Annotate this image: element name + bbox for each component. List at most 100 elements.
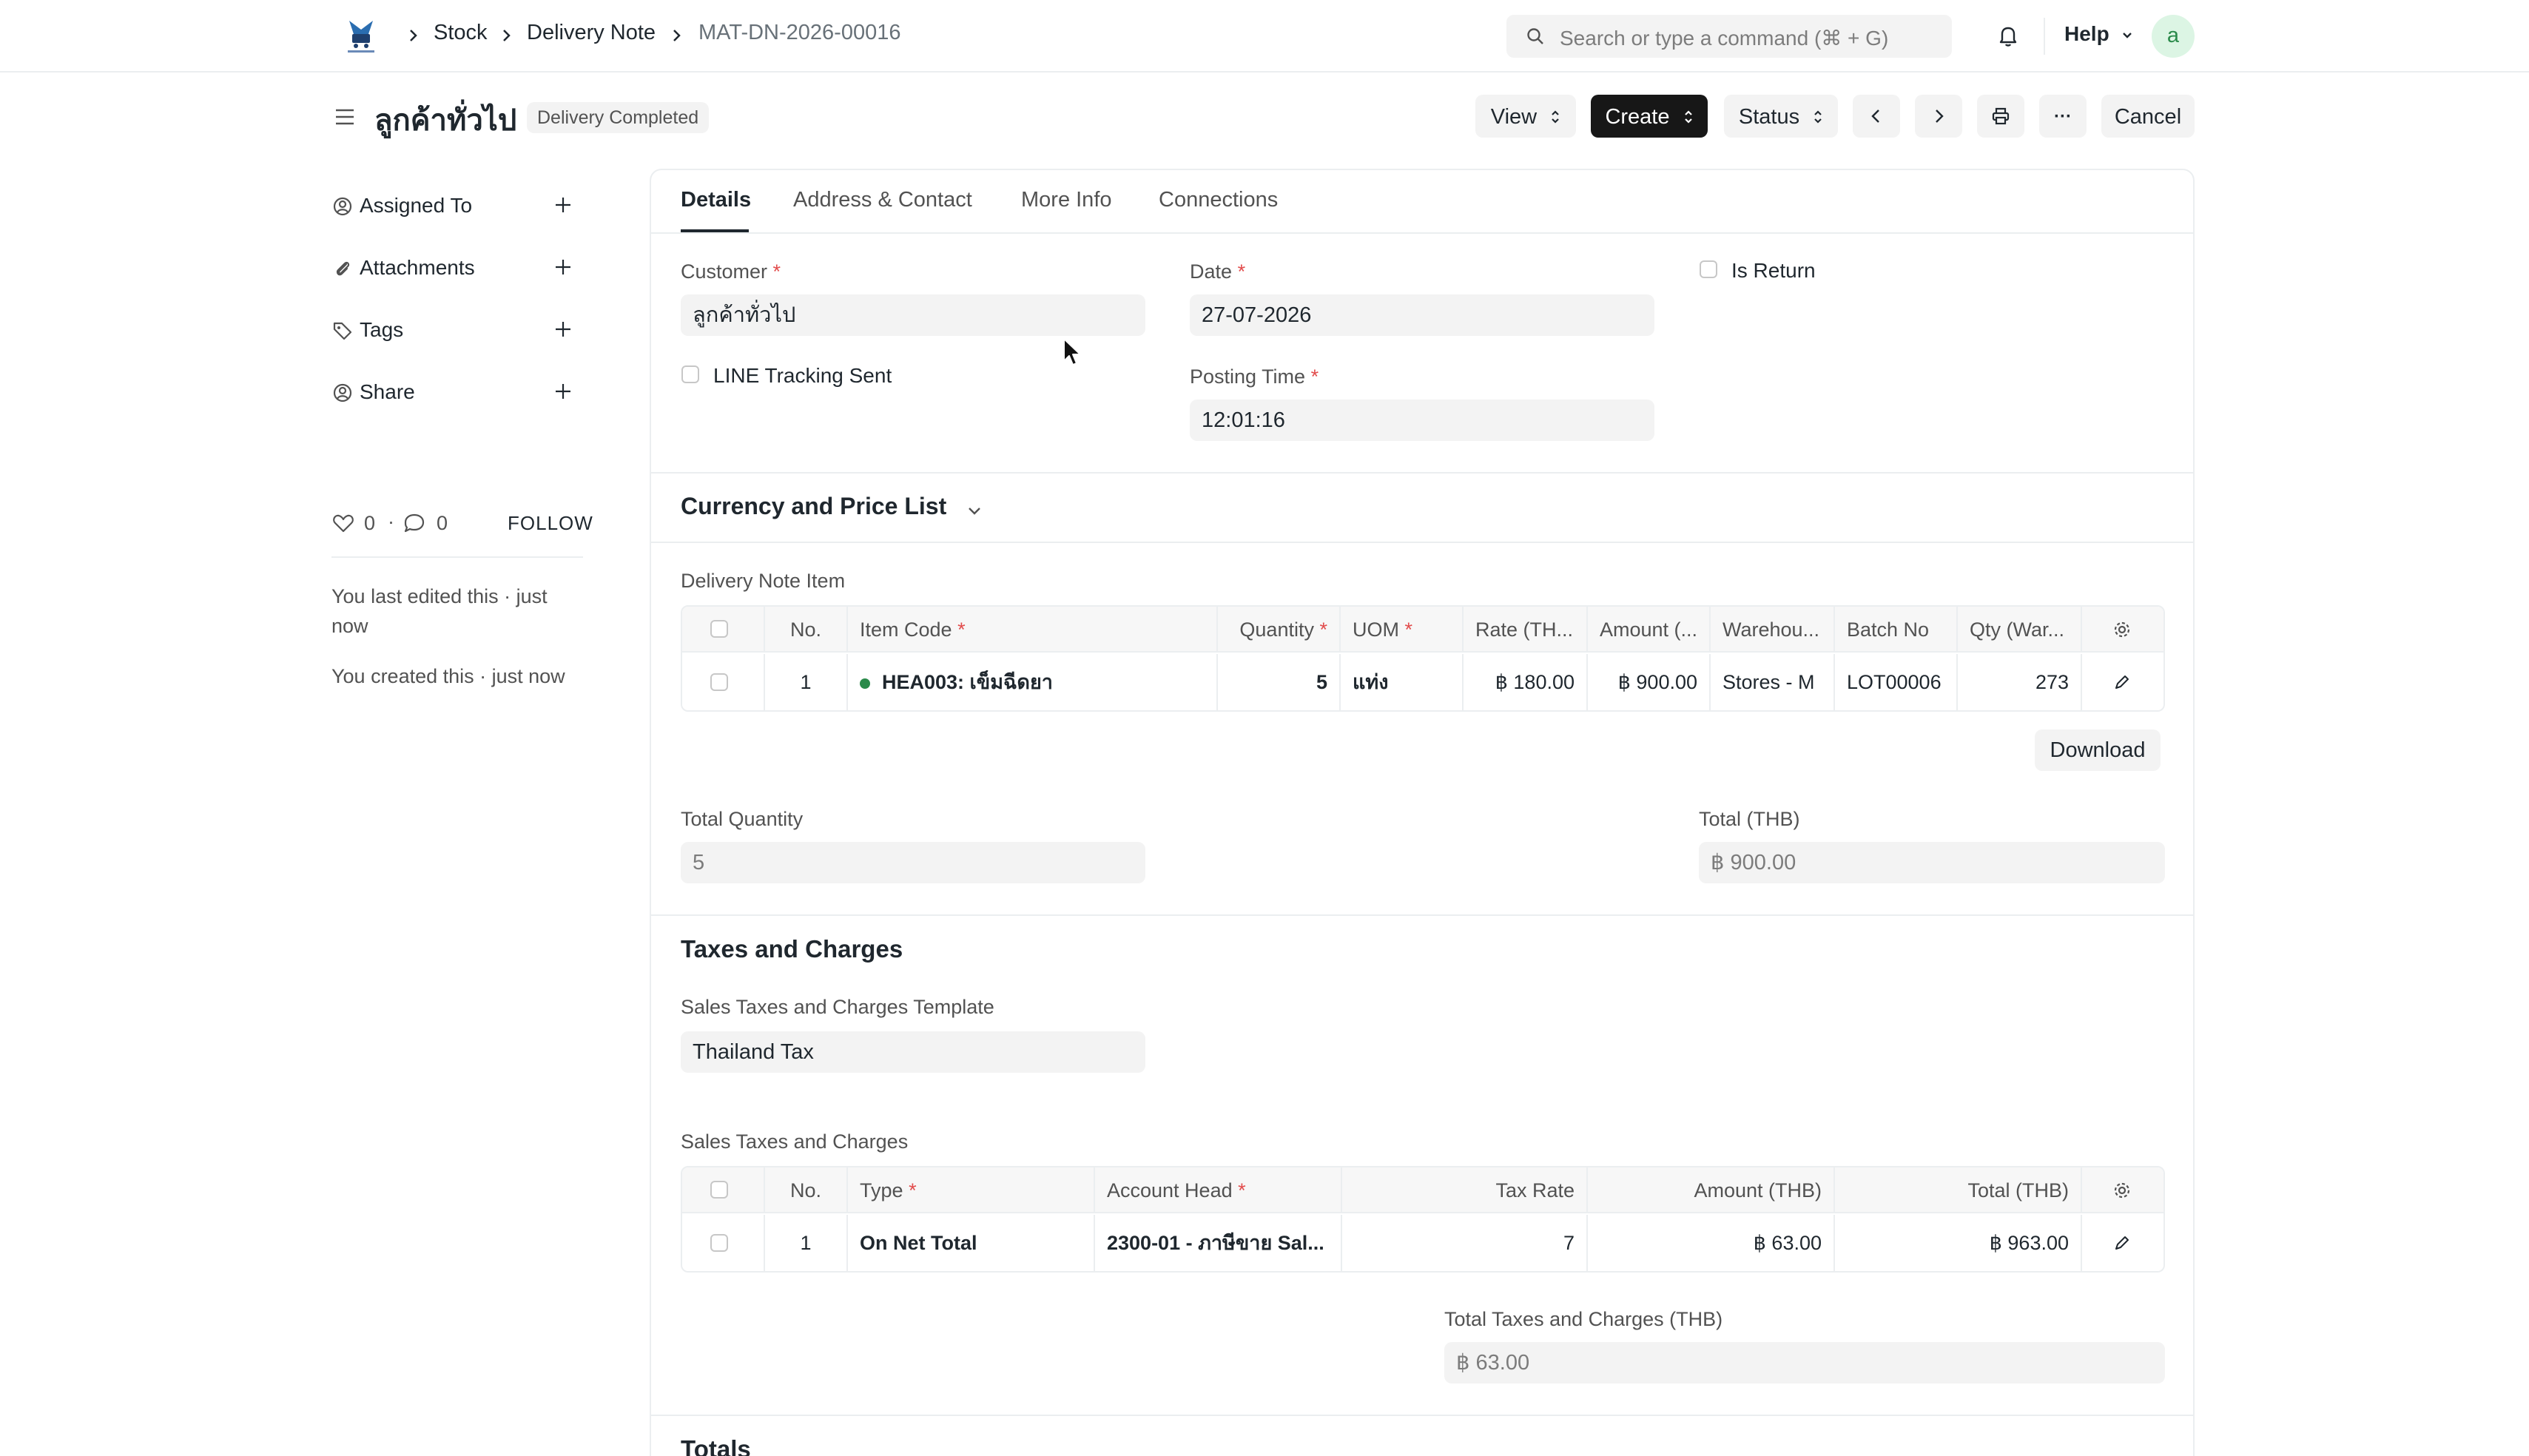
sidebar-toggle-icon[interactable] — [331, 104, 358, 130]
sidebar-item-label: Tags — [360, 318, 404, 341]
row-warehouse[interactable]: Stores - M — [1711, 654, 1835, 710]
gear-icon[interactable] — [2112, 1180, 2132, 1201]
header-rate: Rate (TH... — [1464, 607, 1588, 651]
gear-icon[interactable] — [2112, 619, 2132, 640]
row-quantity[interactable]: 5 — [1218, 654, 1341, 710]
chevron-updown-icon — [1684, 110, 1692, 124]
plus-icon[interactable] — [552, 256, 574, 278]
more-actions-button[interactable]: ··· — [2039, 95, 2087, 138]
created-text: You created this · just now — [331, 665, 565, 687]
row-checkbox[interactable] — [710, 673, 728, 691]
breadcrumb-delivery-note[interactable]: Delivery Note — [527, 21, 656, 45]
header-tax-rate: Tax Rate — [1342, 1167, 1588, 1212]
row-no: 1 — [765, 654, 848, 710]
printer-icon — [1992, 107, 2010, 125]
tab-details[interactable]: Details — [681, 188, 751, 212]
header-no: No. — [765, 607, 848, 651]
print-button[interactable] — [1977, 95, 2024, 138]
row-edit-cell — [2082, 1215, 2163, 1271]
app-logo[interactable] — [342, 16, 380, 55]
follow-button[interactable]: FOLLOW — [508, 512, 593, 535]
navbar: Stock Delivery Note MAT-DN-2026-00016 Se… — [0, 0, 2529, 73]
chevron-right-icon — [673, 30, 681, 41]
column-settings-cell — [2082, 1167, 2163, 1212]
date-field[interactable]: 27-07-2026 — [1190, 294, 1654, 336]
bell-icon[interactable] — [1995, 22, 2021, 49]
sidebar-item-attachments[interactable]: Attachments — [331, 252, 583, 284]
section-divider — [651, 542, 2193, 543]
items-table-header: No. Item Code * Quantity * UOM * Rate (T… — [682, 607, 2163, 653]
row-batch-no[interactable]: LOT00006 — [1835, 654, 1958, 710]
row-checkbox[interactable] — [710, 1234, 728, 1252]
breadcrumb-stock[interactable]: Stock — [434, 21, 488, 45]
plus-icon[interactable] — [552, 194, 574, 216]
row-type[interactable]: On Net Total — [848, 1215, 1095, 1271]
table-row[interactable]: 1 HEA003: เข็มฉีดยา 5 แท่ง ฿ 180.00 ฿ 90… — [682, 654, 2163, 710]
status-button[interactable]: Status — [1724, 95, 1838, 138]
cancel-button-label: Cancel — [2114, 105, 2182, 129]
avatar[interactable]: a — [2152, 15, 2195, 58]
cancel-button[interactable]: Cancel — [2101, 95, 2195, 138]
row-amount[interactable]: ฿ 900.00 — [1588, 654, 1711, 710]
next-doc-button[interactable] — [1915, 95, 1962, 138]
sidebar-divider — [331, 556, 583, 558]
total-label: Total (THB) — [1699, 808, 1800, 830]
table-row[interactable]: 1 On Net Total 2300-01 - ภาษีขาย Sal... … — [682, 1215, 2163, 1271]
chevron-updown-icon — [1552, 110, 1559, 124]
tabs-divider — [651, 232, 2193, 234]
posting-time-field[interactable]: 12:01:16 — [1190, 400, 1654, 441]
customer-field[interactable]: ลูกค้าทั่วไป — [681, 294, 1145, 336]
line-tracking-checkbox[interactable] — [681, 365, 699, 383]
row-qty-warehouse[interactable]: 273 — [1958, 654, 2082, 710]
download-button[interactable]: Download — [2035, 729, 2161, 771]
search-icon — [1527, 28, 1543, 44]
separator-dot: · — [388, 510, 394, 533]
plus-icon[interactable] — [552, 380, 574, 402]
social-actions: 0 · 0 FOLLOW — [331, 509, 593, 539]
tab-address-contact[interactable]: Address & Contact — [793, 188, 972, 212]
row-item-code[interactable]: HEA003: เข็มฉีดยา — [848, 654, 1218, 710]
chevron-right-icon — [410, 30, 417, 41]
create-button[interactable]: Create — [1591, 95, 1708, 138]
sidebar-item-assigned-to[interactable]: Assigned To — [331, 189, 583, 222]
row-account-head[interactable]: 2300-01 - ภาษีขาย Sal... — [1095, 1215, 1342, 1271]
last-edited-text: You last edited this · just now — [331, 585, 548, 637]
header-warehouse: Warehou... — [1711, 607, 1835, 651]
tab-more-info[interactable]: More Info — [1021, 188, 1112, 212]
status-badge: Delivery Completed — [527, 102, 710, 133]
row-tax-rate[interactable]: 7 — [1342, 1215, 1588, 1271]
tab-connections[interactable]: Connections — [1159, 188, 1278, 212]
header-amount: Amount (THB) — [1588, 1167, 1835, 1212]
sidebar-item-share[interactable]: Share — [331, 376, 583, 408]
row-edit-cell — [2082, 654, 2163, 710]
plus-icon[interactable] — [552, 318, 574, 340]
comment-icon[interactable] — [403, 512, 426, 534]
total-field: ฿ 900.00 — [1699, 842, 2165, 883]
chevron-down-icon — [2123, 32, 2132, 38]
select-all-checkbox[interactable] — [710, 620, 728, 638]
select-all-cell — [682, 1167, 765, 1212]
row-amount[interactable]: ฿ 63.00 — [1588, 1215, 1835, 1271]
help-menu[interactable]: Help — [2064, 22, 2134, 46]
row-uom[interactable]: แท่ง — [1341, 654, 1464, 710]
currency-section-toggle[interactable]: Currency and Price List — [681, 493, 991, 525]
select-all-checkbox[interactable] — [710, 1181, 728, 1199]
previous-doc-button[interactable] — [1853, 95, 1900, 138]
customer-label: Customer * — [681, 260, 781, 283]
header-account-head: Account Head * — [1095, 1167, 1342, 1212]
pencil-icon[interactable] — [2113, 673, 2131, 691]
row-rate[interactable]: ฿ 180.00 — [1464, 654, 1588, 710]
view-button[interactable]: View — [1475, 95, 1576, 138]
items-table: No. Item Code * Quantity * UOM * Rate (T… — [681, 605, 2165, 712]
share-icon — [333, 383, 352, 402]
totals-section-title: Totals — [681, 1435, 751, 1456]
header-item-code: Item Code * — [848, 607, 1218, 651]
tax-template-field[interactable]: Thailand Tax — [681, 1031, 1145, 1073]
row-total[interactable]: ฿ 963.00 — [1835, 1215, 2082, 1271]
search-bar[interactable]: Search or type a command (⌘ + G) — [1506, 15, 1952, 58]
sidebar-item-tags[interactable]: Tags — [331, 314, 583, 346]
is-return-checkbox[interactable] — [1700, 260, 1717, 278]
heart-icon[interactable] — [331, 512, 355, 534]
header-no: No. — [765, 1167, 848, 1212]
pencil-icon[interactable] — [2113, 1234, 2131, 1252]
